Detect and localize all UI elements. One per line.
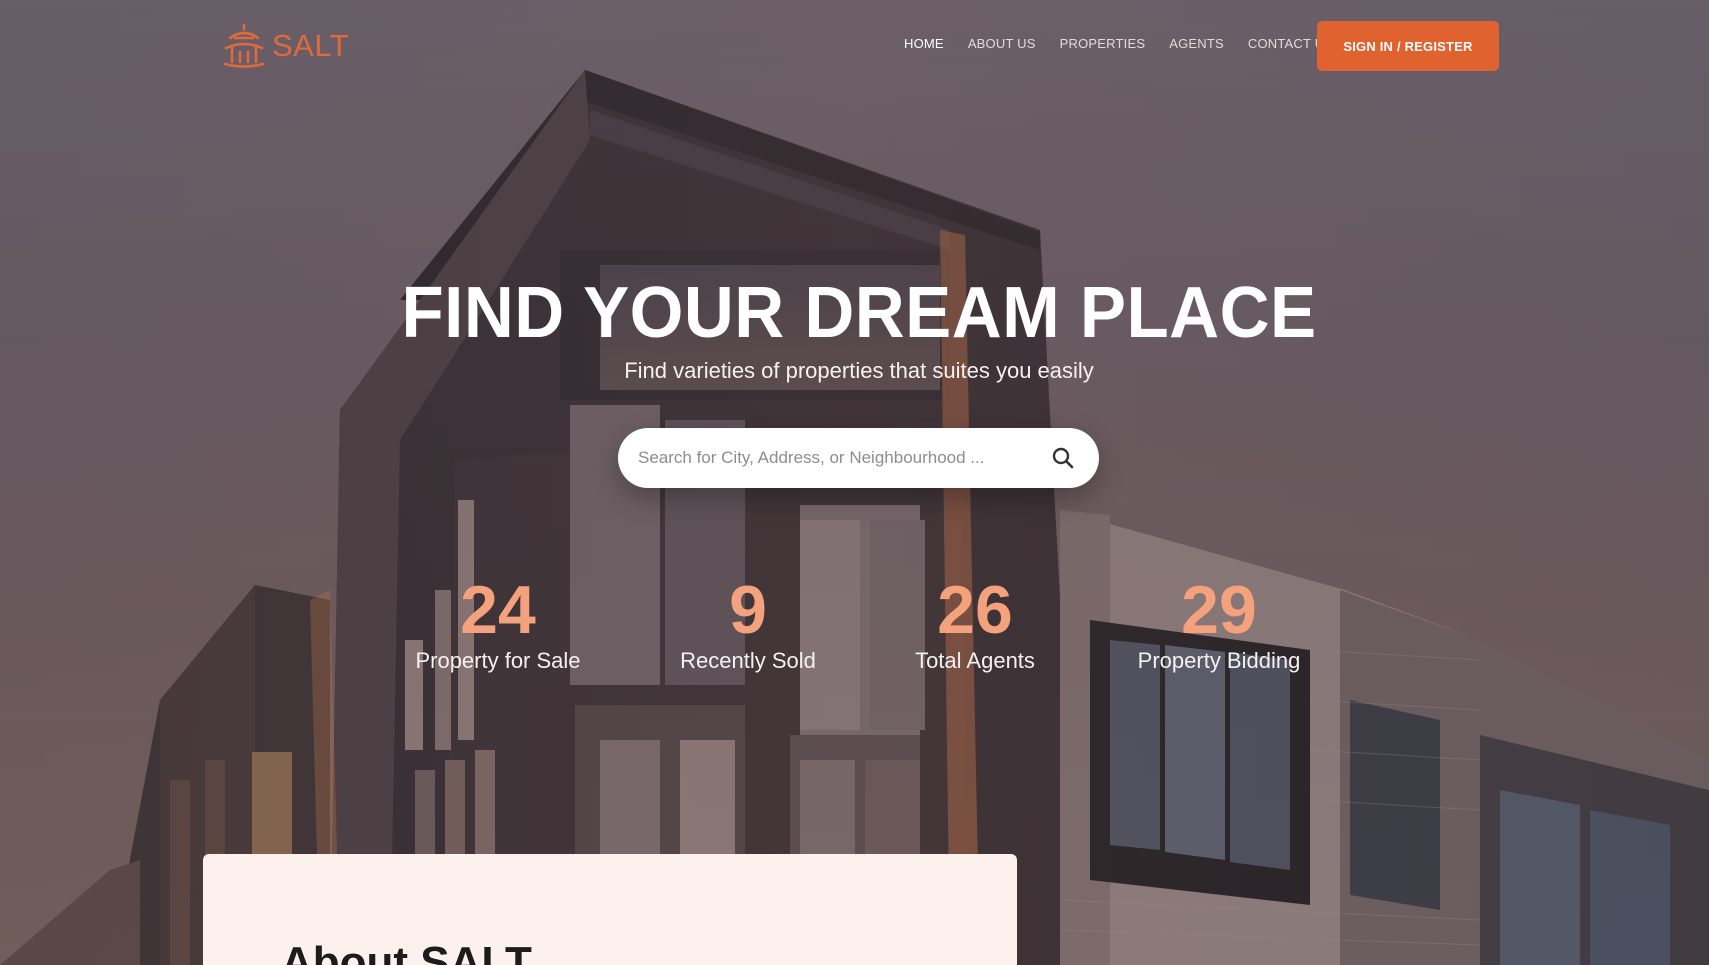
brand-logo[interactable]: SALT [222, 22, 349, 70]
main-menu: HOME ABOUT US PROPERTIES AGENTS CONTACT … [904, 36, 1333, 51]
search-icon[interactable] [1051, 446, 1075, 470]
stat-value: 9 [729, 572, 767, 648]
stat-property-for-sale: 24 Property for Sale [398, 572, 598, 674]
hero-subtitle: Find varieties of properties that suites… [624, 358, 1094, 383]
stat-value: 24 [460, 572, 536, 648]
stat-label: Property for Sale [415, 648, 581, 673]
stat-value: 26 [937, 572, 1013, 648]
nav-about-us[interactable]: ABOUT US [968, 36, 1036, 51]
stat-label: Total Agents [915, 648, 1035, 673]
stat-label: Recently Sold [680, 648, 816, 673]
search-bar[interactable] [618, 428, 1099, 488]
stat-recently-sold: 9 Recently Sold [666, 572, 830, 674]
stat-value: 29 [1181, 572, 1257, 648]
search-input[interactable] [638, 428, 1018, 488]
hero-title: FIND YOUR DREAM PLACE [401, 273, 1317, 353]
stat-property-bidding: 29 Property Bidding [1122, 572, 1316, 674]
brand-name: SALT [272, 28, 350, 63]
about-title: About SALT [281, 938, 532, 965]
about-card: About SALT [203, 854, 1017, 965]
stat-label: Property Bidding [1137, 648, 1301, 673]
nav-agents[interactable]: AGENTS [1169, 36, 1224, 51]
nav-home[interactable]: HOME [904, 36, 944, 51]
sign-in-register-button[interactable]: SIGN IN / REGISTER [1317, 21, 1499, 71]
pagoda-icon [223, 23, 265, 68]
stat-total-agents: 26 Total Agents [898, 572, 1052, 674]
nav-properties[interactable]: PROPERTIES [1060, 36, 1146, 51]
top-navbar: SALT HOME ABOUT US PROPERTIES AGENTS CON… [0, 0, 1709, 92]
